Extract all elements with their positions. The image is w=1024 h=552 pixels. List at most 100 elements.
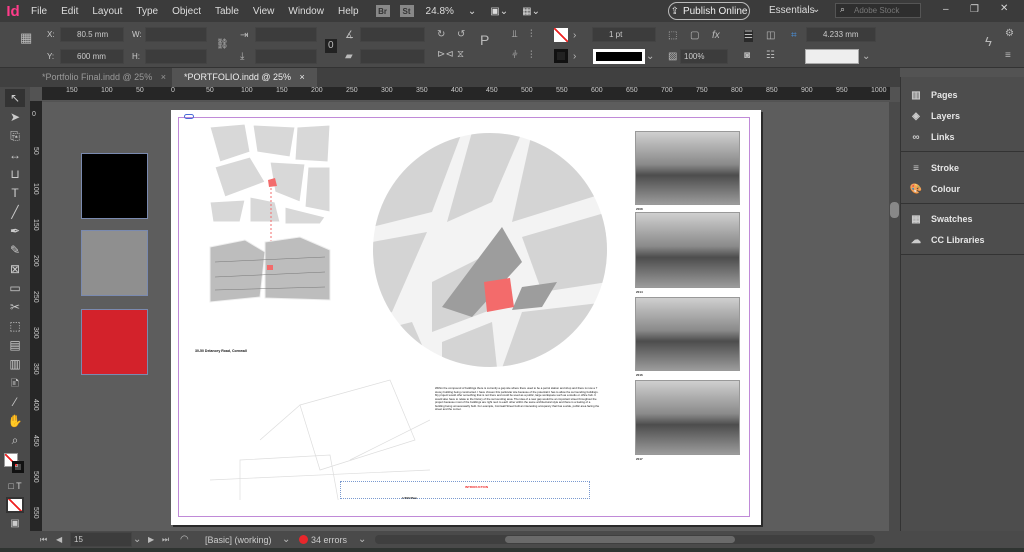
stroke-type-select[interactable] — [593, 49, 645, 64]
apply-none-icon[interactable] — [6, 497, 24, 513]
close-window-button[interactable]: ✕ — [1000, 3, 1008, 14]
panel-menu-icon[interactable]: ≡ — [1005, 50, 1011, 62]
site-circle-map[interactable] — [372, 132, 608, 368]
restore-button[interactable]: ❐ — [970, 4, 979, 15]
menu-file[interactable]: File — [24, 6, 54, 17]
rotate-ccw-icon[interactable]: ↺ — [457, 29, 465, 41]
location-map-and-3d-view[interactable] — [205, 122, 335, 307]
distribute-center-icon[interactable]: ⫶ — [530, 50, 533, 62]
stroke-swatch[interactable] — [554, 49, 568, 63]
fill-menu-icon[interactable]: › — [573, 30, 576, 42]
note-tool-icon[interactable]: 🗈 — [5, 374, 25, 392]
type-tool-icon[interactable]: T — [5, 184, 25, 202]
vertical-ruler[interactable]: 0 50 100 150 200 250 300 350 400 450 500… — [30, 101, 42, 531]
gradient-feather-tool-icon[interactable]: ▥ — [5, 355, 25, 373]
y-field[interactable]: 600 mm — [60, 49, 124, 64]
plan-label[interactable]: 1:500 Plan — [402, 496, 417, 500]
introduction-heading[interactable]: INTRODUCTION — [465, 485, 488, 489]
menu-help[interactable]: Help — [331, 6, 366, 17]
horizontal-ruler[interactable]: 150 100 50 0 50 100 150 200 250 300 350 … — [42, 87, 890, 101]
chevron-down-icon[interactable]: ⌄ — [133, 534, 141, 546]
chevron-down-icon[interactable]: ⌄ — [646, 51, 654, 63]
black-swatch-frame[interactable] — [81, 153, 148, 219]
zoom-dropdown-icon[interactable]: ⌄ — [461, 6, 483, 17]
minimize-button[interactable]: – — [943, 4, 949, 15]
street-photo-2[interactable] — [635, 212, 740, 288]
horizontal-scrollbar[interactable] — [375, 535, 875, 544]
menu-view[interactable]: View — [246, 6, 282, 17]
stroke-menu-icon[interactable]: › — [573, 51, 576, 63]
quick-apply-icon[interactable]: ϟ — [985, 35, 992, 48]
height-field[interactable] — [145, 49, 207, 64]
screen-mode-icon[interactable]: ▣⌄ — [483, 6, 515, 17]
free-transform-tool-icon[interactable]: ⬚ — [5, 317, 25, 335]
x-field[interactable]: 80.5 mm — [60, 27, 124, 42]
open-page-icon[interactable]: ◠ — [180, 534, 189, 546]
zoom-tool-icon[interactable]: ⌕ — [5, 431, 25, 449]
constrain-proportions-icon[interactable]: ⛓ — [216, 39, 229, 51]
shear-field[interactable] — [360, 49, 425, 64]
menu-layout[interactable]: Layout — [85, 6, 129, 17]
adobe-stock-search[interactable]: Adobe Stock — [835, 3, 921, 18]
stroke-weight-field[interactable]: 1 pt — [592, 27, 656, 42]
distribute-icon[interactable]: ⫶ — [530, 29, 533, 41]
pencil-tool-icon[interactable]: ✎ — [5, 241, 25, 259]
last-page-button[interactable]: ⏭ — [162, 534, 169, 546]
selection-tool-icon[interactable]: ↖ — [5, 89, 25, 107]
width-field[interactable] — [145, 27, 207, 42]
site-plan-drawing[interactable] — [200, 360, 430, 500]
site-address[interactable]: 30-50 Delancey Road, Cornwall — [195, 349, 247, 353]
scale-x-field[interactable] — [255, 27, 317, 42]
street-photo-4[interactable] — [635, 380, 740, 455]
grey-swatch-frame[interactable] — [81, 230, 148, 296]
hand-tool-icon[interactable]: ✋ — [5, 412, 25, 430]
pen-tool-icon[interactable]: ✒ — [5, 222, 25, 240]
panel-cc-libraries[interactable]: ☁ CC Libraries — [909, 230, 985, 250]
close-tab-icon[interactable]: × — [161, 72, 166, 82]
line-tool-icon[interactable]: ╱ — [5, 203, 25, 221]
offset-field[interactable]: 4.233 mm — [806, 27, 876, 42]
street-photo-3[interactable] — [635, 297, 740, 371]
text-wrap-shape-icon[interactable]: ◙ — [744, 50, 750, 62]
fx-icon[interactable]: fx — [712, 30, 720, 42]
scrollbar-thumb[interactable] — [505, 536, 735, 543]
arrange-documents-icon[interactable]: ▦⌄ — [515, 6, 547, 17]
corner-shape-select[interactable] — [805, 49, 859, 64]
red-swatch-frame[interactable] — [81, 309, 148, 375]
previous-page-button[interactable]: ◀ — [56, 534, 62, 546]
gear-icon[interactable]: ⚙ — [1005, 28, 1014, 40]
publish-online-button[interactable]: ⇪ Publish Online — [668, 2, 750, 20]
direct-selection-tool-icon[interactable]: ➤ — [5, 108, 25, 126]
menu-window[interactable]: Window — [281, 6, 331, 17]
chevron-down-icon[interactable]: ⌄ — [358, 534, 366, 546]
opacity-field[interactable]: 100% — [680, 49, 728, 64]
tab-portfolio-final[interactable]: *Portfolio Final.indd @ 25% × — [30, 68, 178, 87]
panel-links[interactable]: ∞ Links — [909, 127, 954, 147]
fill-swatch[interactable] — [554, 28, 568, 42]
gap-tool-icon[interactable]: ↔ — [5, 146, 25, 164]
drop-shadow-icon[interactable]: ⬚ — [668, 30, 677, 42]
eyedropper-tool-icon[interactable]: ⁄ — [5, 393, 25, 411]
site-description-text[interactable]: Within the compound of buildings there i… — [435, 386, 600, 412]
align-center-icon[interactable]: ⫩ — [512, 50, 518, 62]
auto-fit-icon[interactable]: ⌗ — [791, 30, 797, 42]
zoom-level[interactable]: 24.8% — [419, 6, 461, 17]
scale-y-field[interactable] — [255, 49, 317, 64]
chevron-down-icon[interactable]: ⌄ — [282, 534, 290, 546]
street-photo-1[interactable] — [635, 131, 740, 205]
content-collector-icon[interactable]: ⊔ — [5, 165, 25, 183]
frame-icon[interactable]: ▢ — [690, 30, 699, 42]
reference-point-icon[interactable]: ▦ — [20, 31, 32, 44]
panel-stroke[interactable]: ≡ Stroke — [909, 158, 959, 178]
vertical-scrollbar[interactable] — [889, 102, 900, 532]
flip-horizontal-icon[interactable]: ⊳⊲ — [437, 49, 454, 61]
bridge-button[interactable]: Br — [375, 5, 390, 17]
scissors-tool-icon[interactable]: ✂ — [5, 298, 25, 316]
scrollbar-thumb[interactable] — [890, 202, 899, 218]
text-wrap-jump-icon[interactable]: ☷ — [766, 50, 775, 62]
menu-object[interactable]: Object — [165, 6, 208, 17]
align-icon[interactable]: ⫫ — [512, 29, 518, 41]
page-number-field[interactable]: 15 — [70, 532, 132, 547]
preflight-errors[interactable]: 34 errors — [311, 535, 347, 545]
flip-vertical-icon[interactable]: ⧖ — [457, 49, 464, 61]
